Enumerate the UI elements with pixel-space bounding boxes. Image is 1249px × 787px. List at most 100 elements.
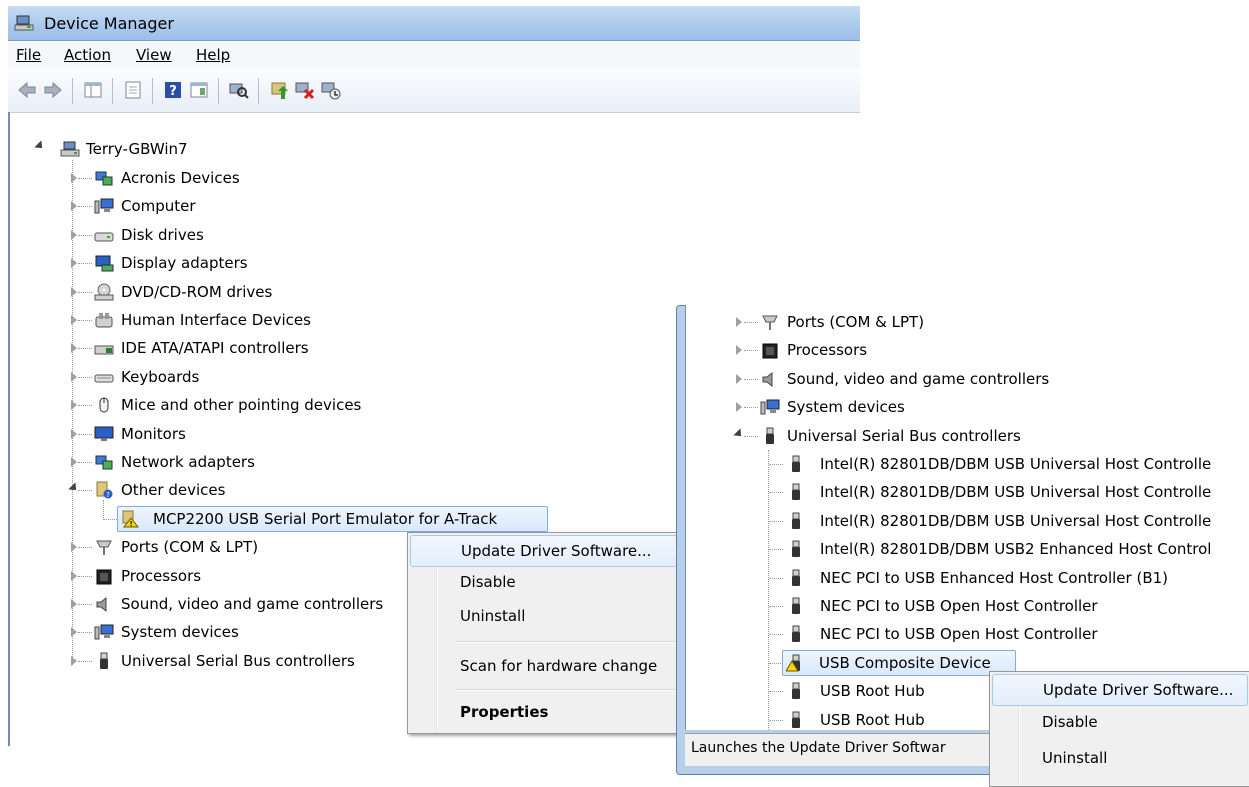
expand-arrow[interactable] xyxy=(736,373,742,384)
tree-category-16[interactable]: Universal Serial Bus controllers xyxy=(94,649,434,673)
tree-category-2[interactable]: Disk drives xyxy=(94,223,434,247)
usb-controller-label: Intel(R) 82801DB/DBM USB Universal Host … xyxy=(820,511,1212,530)
tree-category-5[interactable]: Human Interface Devices xyxy=(94,308,434,332)
tree-root[interactable]: Terry-GBWin7 xyxy=(60,137,360,161)
tree-category-15[interactable]: System devices xyxy=(94,620,434,644)
tree-connector xyxy=(103,500,104,520)
expand-arrow[interactable] xyxy=(71,428,77,439)
menu-update-driver[interactable]: Update Driver Software... xyxy=(410,535,678,567)
expand-arrow[interactable] xyxy=(71,258,77,269)
tree-connector xyxy=(769,719,783,721)
tree-connector xyxy=(769,577,783,579)
tree-category-4[interactable]: DVD/CD-ROM drives xyxy=(94,280,434,304)
collapse-arrow[interactable] xyxy=(34,140,46,152)
expand-arrow[interactable] xyxy=(71,201,77,212)
menu-scan-hardware[interactable]: Scan for hardware change xyxy=(410,651,678,681)
menu-disable[interactable]: Disable xyxy=(410,567,678,597)
menu-uninstall[interactable]: Uninstall xyxy=(410,601,678,631)
tree-connector xyxy=(78,490,92,492)
tree-connector xyxy=(78,320,92,321)
tree-category-8[interactable]: Mice and other pointing devices xyxy=(94,393,434,417)
tree-category-label: Sound, video and game controllers xyxy=(787,369,1050,388)
network-device-icon xyxy=(95,171,113,186)
usb-controller-label: Intel(R) 82801DB/DBM USB Universal Host … xyxy=(820,455,1212,473)
tree-category-13[interactable]: Processors xyxy=(94,564,434,588)
tree-category-label: Acronis Devices xyxy=(121,169,240,187)
processor-icon xyxy=(96,569,112,585)
usb-controller-item[interactable]: Intel(R) 82801DB/DBM USB Universal Host … xyxy=(786,480,1249,504)
context-menu-2: Update Driver Software... Disable Uninst… xyxy=(989,671,1249,787)
expand-arrow[interactable] xyxy=(71,229,77,240)
tree-connector xyxy=(78,263,92,265)
tree-category-7[interactable]: Keyboards xyxy=(94,365,434,389)
usb-controller-item[interactable]: Intel(R) 82801DB/DBM USB2 Enhanced Host … xyxy=(786,537,1249,561)
expand-arrow[interactable] xyxy=(736,317,742,327)
menu-uninstall[interactable]: Uninstall xyxy=(992,743,1248,773)
port-icon xyxy=(96,540,112,556)
tree-category-1[interactable]: Computer xyxy=(94,194,434,218)
expand-arrow[interactable] xyxy=(736,345,742,356)
tree-category-label: Ports (COM & LPT) xyxy=(121,538,259,557)
tree-category-0[interactable]: Ports (COM & LPT) xyxy=(760,310,1220,334)
collapse-arrow[interactable] xyxy=(68,482,80,495)
expand-arrow[interactable] xyxy=(736,402,742,413)
tree-category-12[interactable]: Ports (COM & LPT) xyxy=(94,535,434,559)
menu-disable[interactable]: Disable xyxy=(992,707,1248,737)
expand-arrow[interactable] xyxy=(71,371,77,382)
warning-usb-icon xyxy=(786,654,800,672)
expand-arrow[interactable] xyxy=(71,457,77,467)
usb-icon xyxy=(792,597,800,614)
tree-category-4[interactable]: Universal Serial Bus controllers xyxy=(760,424,1220,448)
usb-icon xyxy=(792,569,800,586)
tree-category-label: Network adapters xyxy=(121,453,255,471)
expand-arrow[interactable] xyxy=(71,570,77,581)
usb-controller-item[interactable]: Intel(R) 82801DB/DBM USB Universal Host … xyxy=(786,509,1249,533)
unknown-device-icon: ? xyxy=(96,481,113,499)
expand-arrow[interactable] xyxy=(71,286,77,297)
usb-controller-label: USB Root Hub xyxy=(820,710,925,729)
expand-arrow[interactable] xyxy=(71,173,77,183)
expand-arrow[interactable] xyxy=(71,400,77,411)
tree-root-label: Terry-GBWin7 xyxy=(86,140,188,158)
tree-connector xyxy=(78,660,92,662)
tree-category-3[interactable]: System devices xyxy=(760,395,1220,419)
expand-arrow[interactable] xyxy=(71,542,77,553)
usb-icon xyxy=(100,652,108,669)
usb-controller-item[interactable]: NEC PCI to USB Open Host Controller xyxy=(786,622,1249,646)
tree-category-9[interactable]: Monitors xyxy=(94,422,434,446)
usb-controller-item[interactable]: Intel(R) 82801DB/DBM USB Universal Host … xyxy=(786,452,1249,476)
tree-item-mcp2200[interactable]: MCP2200 USB Serial Port Emulator for A-T… xyxy=(120,507,550,531)
tree-connector xyxy=(78,234,92,236)
expand-arrow[interactable] xyxy=(71,343,77,354)
usb-icon xyxy=(792,682,800,700)
usb-controller-item[interactable]: NEC PCI to USB Enhanced Host Controller … xyxy=(786,566,1249,590)
expand-arrow[interactable] xyxy=(71,315,77,325)
menu-update-driver[interactable]: Update Driver Software... xyxy=(992,674,1248,706)
expand-arrow[interactable] xyxy=(71,599,77,609)
usb-icon xyxy=(792,540,800,558)
usb-controller-label: NEC PCI to USB Open Host Controller xyxy=(820,625,1098,644)
computer-root-icon xyxy=(60,141,80,157)
disk-drive-icon xyxy=(94,232,114,242)
tree-connector xyxy=(78,632,92,634)
tree-item-label: MCP2200 USB Serial Port Emulator for A-T… xyxy=(153,510,498,528)
tree-category-6[interactable]: IDE ATA/ATAPI controllers xyxy=(94,336,434,360)
expand-arrow[interactable] xyxy=(71,655,77,666)
tree-category-3[interactable]: Display adapters xyxy=(94,251,434,275)
tree-category-10[interactable]: Network adapters xyxy=(94,450,434,474)
usb-controller-label: Intel(R) 82801DB/DBM USB2 Enhanced Host … xyxy=(820,540,1212,559)
tree-connector xyxy=(744,350,758,352)
tree-category-2[interactable]: Sound, video and game controllers xyxy=(760,367,1220,391)
tree-category-label: Other devices xyxy=(121,481,226,500)
usb-icon xyxy=(792,512,800,529)
tree-category-0[interactable]: Acronis Devices xyxy=(94,166,434,190)
tree-category-14[interactable]: Sound, video and game controllers xyxy=(94,592,434,616)
tree-connector xyxy=(769,662,783,664)
menu-properties[interactable]: Properties xyxy=(410,697,678,727)
usb-controller-item[interactable]: NEC PCI to USB Open Host Controller xyxy=(786,594,1249,618)
collapse-arrow[interactable] xyxy=(733,427,745,440)
tree-category-11[interactable]: ? Other devices xyxy=(94,478,434,502)
tree-connector xyxy=(744,378,758,380)
expand-arrow[interactable] xyxy=(71,627,77,638)
tree-category-1[interactable]: Processors xyxy=(760,338,1220,362)
